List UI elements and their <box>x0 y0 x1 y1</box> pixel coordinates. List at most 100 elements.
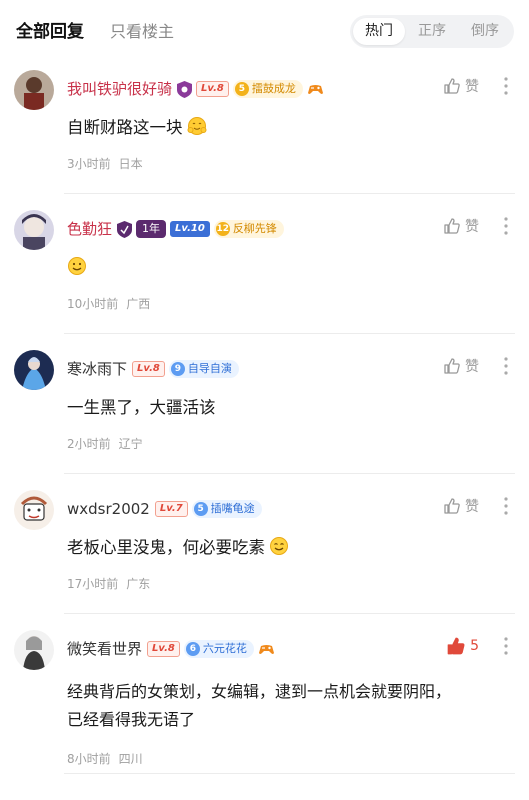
like-button[interactable]: 赞 <box>443 216 479 236</box>
fan-medal: 9 自导自演 <box>168 360 239 378</box>
comment-item: 我叫铁驴很好骑 Lv.8 5 擂鼓成龙 赞 自断财路这一块 3小时前 日本 <box>0 54 529 194</box>
comment-time: 2小时前 <box>67 437 111 451</box>
comment-header: 全部回复 只看楼主 热门 正序 倒序 <box>0 0 529 60</box>
like-label: 赞 <box>465 359 479 375</box>
like-label: 赞 <box>465 219 479 235</box>
fan-medal: 5 擂鼓成龙 <box>232 80 303 98</box>
like-count: 5 <box>470 638 479 654</box>
thumbs-up-filled-icon <box>447 637 465 655</box>
like-label: 赞 <box>465 79 479 95</box>
username[interactable]: 微笑看世界 <box>67 639 142 659</box>
comment-text-line: 经典背后的女策划，女编辑，逮到一点机会就要阴阳， <box>67 682 452 701</box>
more-options-icon[interactable] <box>503 215 509 237</box>
smile-emoji-icon <box>68 257 86 275</box>
like-button[interactable]: 赞 <box>443 496 479 516</box>
level-badge: Lv.10 <box>170 221 210 237</box>
tab-op-only[interactable]: 只看楼主 <box>110 18 174 42</box>
vip-shield-icon <box>177 80 193 98</box>
medal-label: 六元花花 <box>202 642 247 655</box>
comment-location: 四川 <box>118 752 143 766</box>
game-controller-icon <box>307 81 324 98</box>
comment-item: 微笑看世界 Lv.8 6 六元花花 5 经典背后的女策划，女编辑，逮到一点机会就要… <box>0 614 529 800</box>
sort-toggle: 热门 正序 倒序 <box>350 15 514 48</box>
like-button[interactable]: 赞 <box>443 356 479 376</box>
comment-meta: 17小时前 广东 <box>67 575 158 592</box>
medal-label: 擂鼓成龙 <box>251 82 296 95</box>
comment-content <box>67 254 493 282</box>
sort-hot[interactable]: 热门 <box>353 18 405 45</box>
thumbs-up-icon <box>444 78 460 94</box>
more-options-icon[interactable] <box>503 495 509 517</box>
medal-number: 5 <box>193 502 208 516</box>
year-badge: 1年 <box>136 220 167 238</box>
medal-label: 自导自演 <box>187 362 232 375</box>
user-info: 色勤狂 1年 Lv.10 12 反柳先锋 <box>67 218 288 240</box>
level-badge: Lv.7 <box>154 501 188 517</box>
comment-time: 10小时前 <box>67 297 119 311</box>
vip-shield-icon <box>117 220 133 238</box>
comment-text-line: 已经看得我无语了 <box>67 710 196 729</box>
user-info: 我叫铁驴很好骑 Lv.8 5 擂鼓成龙 <box>67 78 328 100</box>
username[interactable]: 我叫铁驴很好骑 <box>67 79 172 99</box>
avatar[interactable] <box>14 70 54 110</box>
comment-content: 经典背后的女策划，女编辑，逮到一点机会就要阴阳， 已经看得我无语了 <box>67 678 509 734</box>
more-options-icon[interactable] <box>503 355 509 377</box>
comment-time: 17小时前 <box>67 577 119 591</box>
comment-meta: 8小时前 四川 <box>67 750 151 767</box>
comment-text: 老板心里没鬼，何必要吃素 <box>67 538 265 557</box>
like-button[interactable]: 赞 <box>443 76 479 96</box>
medal-number: 12 <box>215 222 230 236</box>
medal-number: 9 <box>170 362 185 376</box>
like-label: 赞 <box>465 499 479 515</box>
username[interactable]: 寒冰雨下 <box>67 359 127 379</box>
game-controller-icon <box>258 641 275 658</box>
thumbs-up-icon <box>444 218 460 234</box>
username[interactable]: wxdsr2002 <box>67 499 150 519</box>
comment-time: 8小时前 <box>67 752 111 766</box>
fan-medal: 12 反柳先锋 <box>213 220 284 238</box>
comment-location: 辽宁 <box>118 437 143 451</box>
level-badge: Lv.8 <box>196 81 229 97</box>
comment-location: 广东 <box>126 577 151 591</box>
avatar[interactable] <box>14 350 54 390</box>
medal-number: 5 <box>234 82 249 96</box>
level-badge: Lv.8 <box>147 641 180 657</box>
tab-all-replies[interactable]: 全部回复 <box>16 17 84 42</box>
sort-descending[interactable]: 倒序 <box>459 18 511 45</box>
comment-meta: 2小时前 辽宁 <box>67 435 151 452</box>
comment-location: 日本 <box>118 157 143 171</box>
comment-time: 3小时前 <box>67 157 111 171</box>
sort-ascending[interactable]: 正序 <box>406 18 458 45</box>
username[interactable]: 色勤狂 <box>67 219 112 239</box>
avatar[interactable] <box>14 210 54 250</box>
more-options-icon[interactable] <box>503 635 509 657</box>
comment-location: 广西 <box>126 297 151 311</box>
thumbs-up-icon <box>444 358 460 374</box>
user-info: wxdsr2002 Lv.7 5 插嘴龟途 <box>67 498 266 520</box>
comment-text: 自断财路这一块 <box>67 118 183 137</box>
comment-content: 一生黑了，大疆活该 <box>67 398 216 417</box>
comment-meta: 10小时前 广西 <box>67 295 158 312</box>
comment-content: 老板心里没鬼，何必要吃素 <box>67 534 493 562</box>
avatar[interactable] <box>14 490 54 530</box>
user-info: 寒冰雨下 Lv.8 9 自导自演 <box>67 358 243 380</box>
level-badge: Lv.8 <box>132 361 165 377</box>
comment-item: 色勤狂 1年 Lv.10 12 反柳先锋 赞 10小时前 广西 <box>0 194 529 334</box>
more-options-icon[interactable] <box>503 75 509 97</box>
medal-label: 反柳先锋 <box>232 222 277 235</box>
avatar[interactable] <box>14 630 54 670</box>
medal-number: 6 <box>185 642 200 656</box>
hug-emoji-icon <box>187 117 206 135</box>
fan-medal: 6 六元花花 <box>183 640 254 658</box>
fan-medal: 5 插嘴龟途 <box>191 500 262 518</box>
comment-meta: 3小时前 日本 <box>67 155 151 172</box>
comment-item: 寒冰雨下 Lv.8 9 自导自演 赞 一生黑了，大疆活该 2小时前 辽宁 <box>0 334 529 474</box>
comment-content: 自断财路这一块 <box>67 114 493 142</box>
like-button[interactable]: 5 <box>446 636 479 656</box>
divider <box>64 773 515 774</box>
comment-item: wxdsr2002 Lv.7 5 插嘴龟途 赞 老板心里没鬼，何必要吃素 17小时… <box>0 474 529 614</box>
medal-label: 插嘴龟途 <box>210 502 255 515</box>
thumbs-up-icon <box>444 498 460 514</box>
smile-emoji-icon <box>270 537 288 555</box>
user-info: 微笑看世界 Lv.8 6 六元花花 <box>67 638 279 660</box>
